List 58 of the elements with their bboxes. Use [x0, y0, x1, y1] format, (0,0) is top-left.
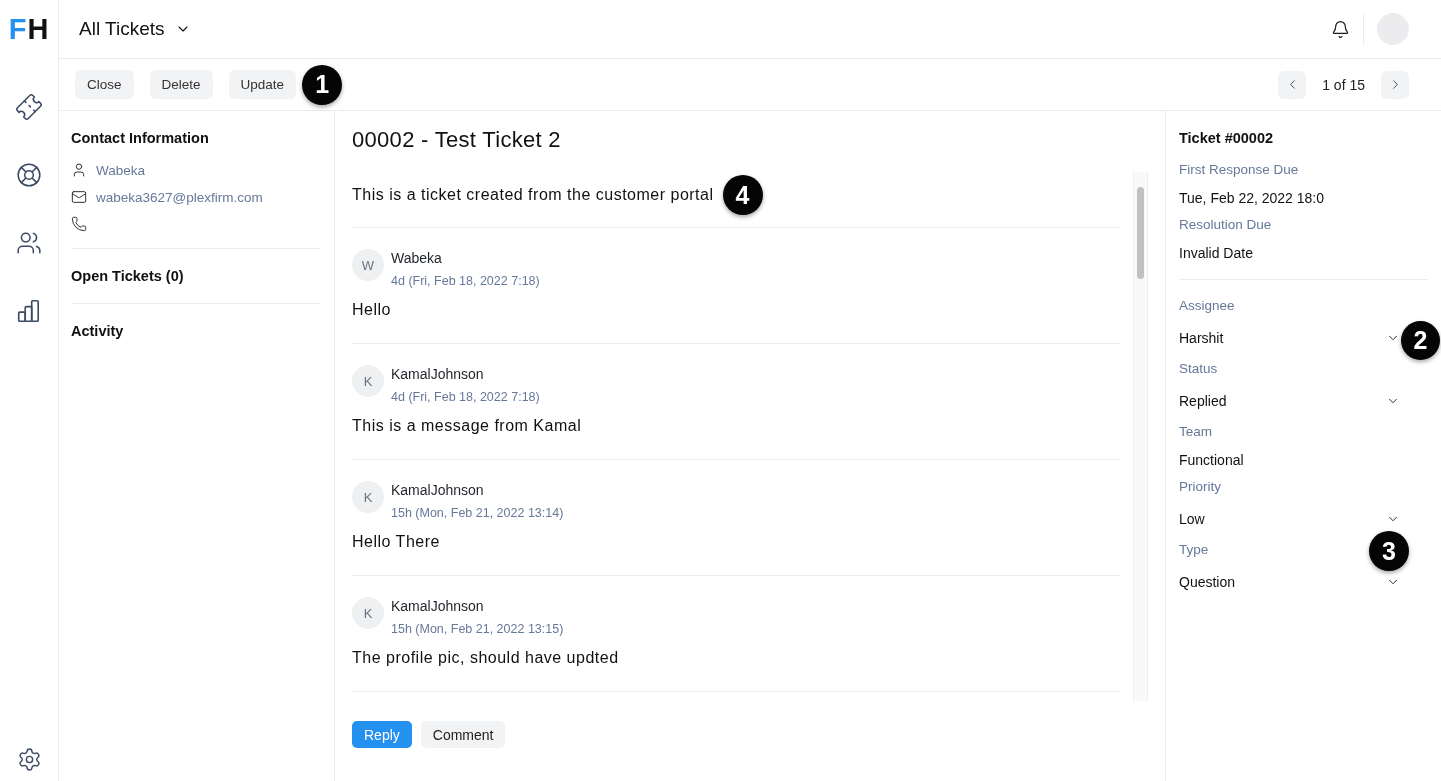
message-author: KamalJohnson: [391, 597, 485, 615]
toolbar-button[interactable]: Delete: [149, 70, 213, 99]
phone-icon: [71, 216, 87, 232]
message-time: 4d (Fri, Feb 18, 2022 7:18): [391, 273, 540, 289]
section-heading: Contact Information: [71, 129, 210, 148]
annotation-marker: 1: [302, 64, 343, 105]
message-body: The profile pic, should have updted: [352, 648, 620, 668]
field-label: Assignee: [1179, 297, 1235, 315]
field-label: Status: [1179, 360, 1218, 378]
toolbar-button[interactable]: Update: [228, 70, 297, 99]
message-time: 15h (Mon, Feb 21, 2022 13:15): [391, 621, 564, 637]
person-icon: [71, 162, 87, 178]
field-label: Type: [1179, 541, 1209, 559]
section-heading: Open Tickets (0): [71, 267, 185, 286]
bell-icon[interactable]: [1331, 19, 1350, 39]
avatar: K: [352, 597, 384, 629]
field-label: Team: [1179, 423, 1212, 441]
annotation-marker: 2: [1401, 321, 1440, 360]
field-label: First Response Due: [1179, 161, 1299, 179]
lifebuoy-icon[interactable]: [16, 162, 42, 188]
mail-icon: [71, 189, 87, 205]
contact-email[interactable]: wabeka3627@plexfirm.com: [96, 189, 263, 205]
contact-name[interactable]: Wabeka: [96, 162, 146, 178]
message-body: Hello There: [352, 532, 441, 552]
avatar: W: [352, 249, 384, 281]
ticket-description: This is a ticket created from the customer portal: [352, 185, 714, 205]
ticket-title: 00002 - Test Ticket 2: [352, 126, 562, 154]
select-field[interactable]: Question: [1179, 568, 1400, 596]
settings-icon[interactable]: [16, 746, 42, 772]
annotation-marker: 4: [722, 175, 763, 215]
app-logo: FH: [8, 15, 50, 44]
select-field[interactable]: Low: [1179, 505, 1400, 533]
select-field[interactable]: Replied: [1179, 387, 1400, 415]
message-author: Wabeka: [391, 249, 443, 267]
annotation-marker: 3: [1369, 531, 1409, 571]
message-body: This is a message from Kamal: [352, 416, 583, 436]
field-value: Functional: [1179, 451, 1245, 470]
message-body: Hello: [352, 300, 392, 320]
field-value: Tue, Feb 22, 2022 18:0: [1179, 189, 1326, 208]
scrollbar-thumb[interactable]: [1137, 187, 1144, 279]
action-button[interactable]: Comment: [420, 721, 506, 748]
message-time: 15h (Mon, Feb 21, 2022 13:14): [391, 505, 564, 521]
field-label: Resolution Due: [1179, 216, 1272, 234]
avatar: K: [352, 481, 384, 513]
field-value: Invalid Date: [1179, 244, 1254, 263]
toolbar-button[interactable]: Close: [75, 70, 134, 99]
message-author: KamalJohnson: [391, 481, 485, 499]
ticket-number: Ticket #00002: [1179, 129, 1275, 148]
select-field[interactable]: Harshit: [1179, 324, 1400, 352]
page-indicator: 1 of 15: [1322, 76, 1365, 93]
bar-chart-icon[interactable]: [16, 298, 42, 324]
users-icon[interactable]: [16, 230, 42, 256]
message-time: 4d (Fri, Feb 18, 2022 7:18): [391, 389, 540, 405]
message-author: KamalJohnson: [391, 365, 485, 383]
view-selector[interactable]: All Tickets: [79, 18, 191, 40]
field-label: Priority: [1179, 478, 1221, 496]
section-heading: Activity: [71, 322, 125, 341]
avatar: K: [352, 365, 384, 397]
